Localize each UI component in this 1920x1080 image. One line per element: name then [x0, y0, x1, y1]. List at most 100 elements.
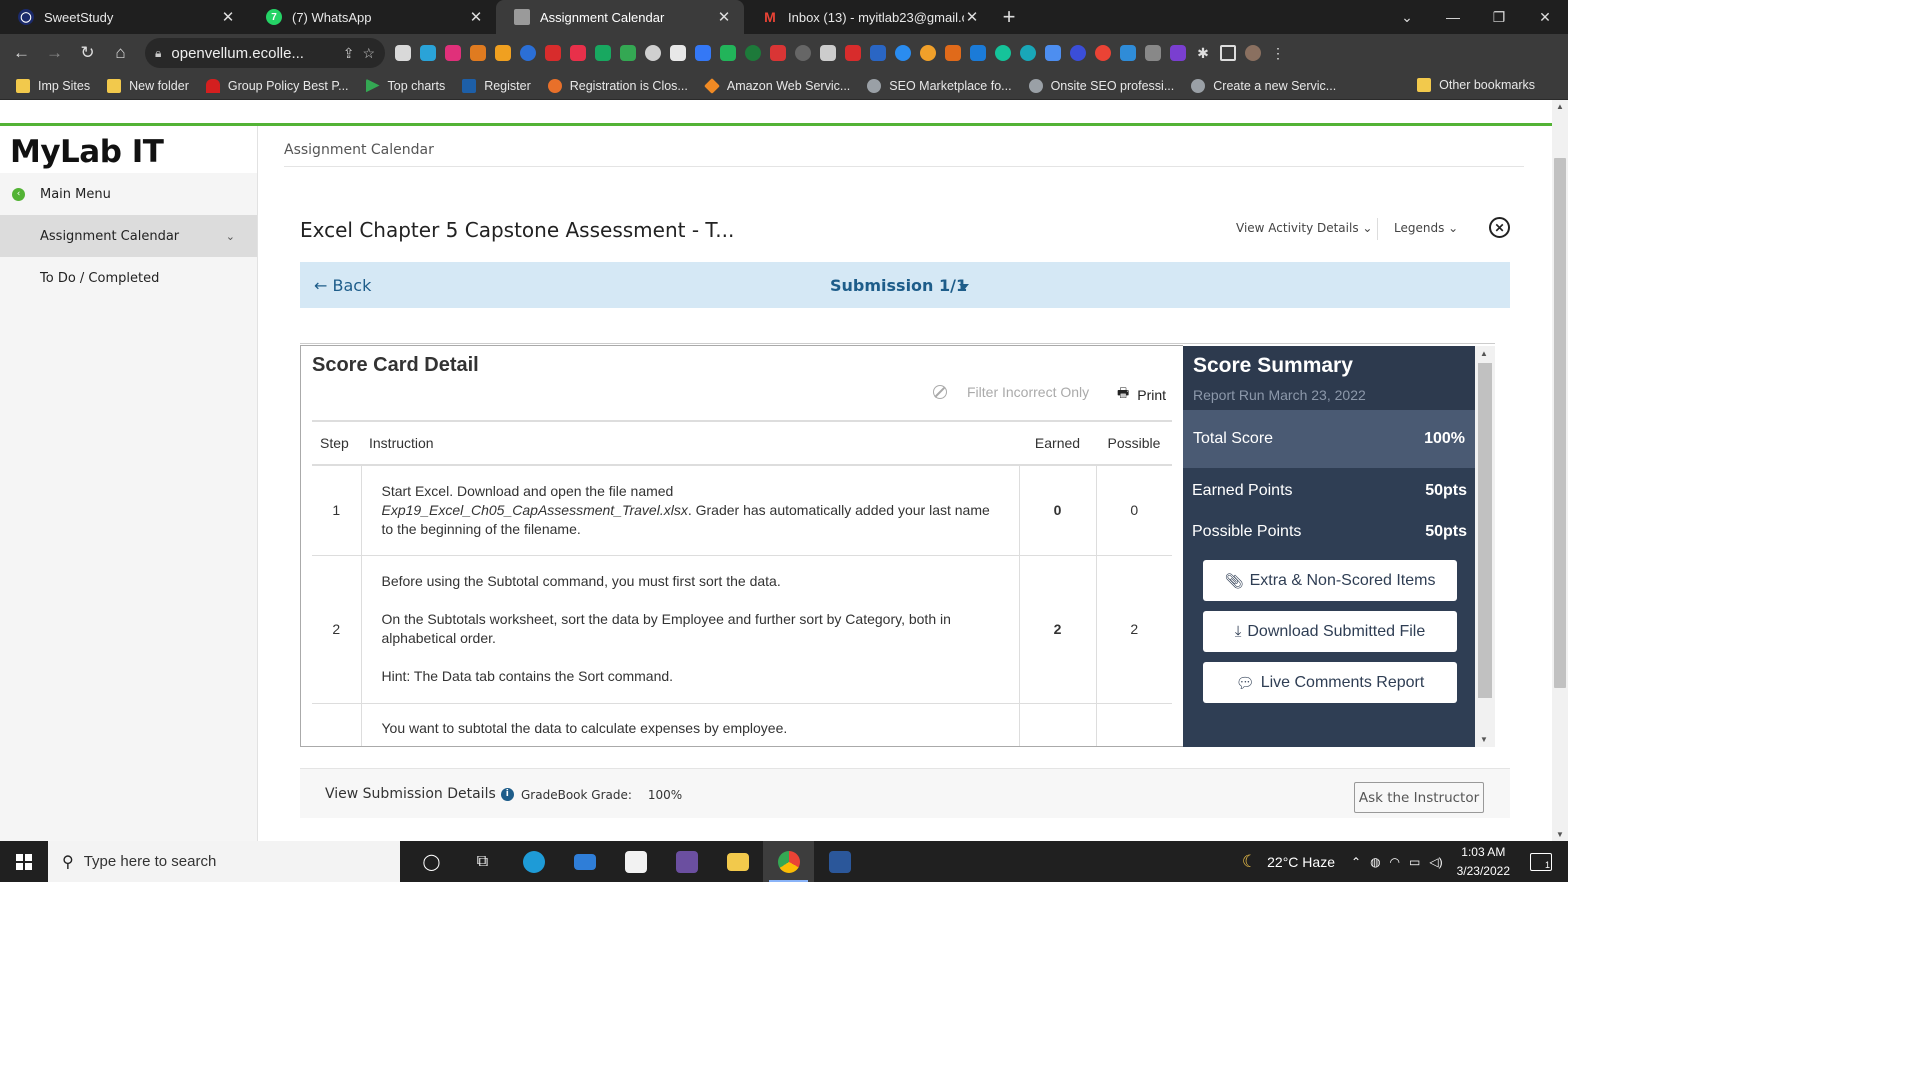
scroll-thumb[interactable]	[1554, 158, 1566, 688]
notification-icon[interactable]: 1	[1530, 852, 1552, 871]
word-icon[interactable]	[814, 841, 865, 882]
volume-icon[interactable]: ◁)	[1429, 855, 1442, 869]
legends-dropdown[interactable]: Legends ⌄	[1394, 221, 1458, 235]
scroll-thumb[interactable]	[1478, 363, 1492, 698]
extension-icon[interactable]	[1120, 45, 1136, 61]
media-player-icon[interactable]	[661, 841, 712, 882]
bookmark-group-policy[interactable]: Group Policy Best P...	[205, 78, 349, 93]
share-icon[interactable]: ⇪	[343, 45, 355, 62]
minimize-icon[interactable]: —	[1430, 0, 1476, 34]
extension-icon[interactable]	[745, 45, 761, 61]
restore-icon[interactable]: ❐	[1476, 0, 1522, 34]
close-icon[interactable]: ✕	[716, 8, 732, 26]
close-icon[interactable]: ✕	[964, 8, 980, 26]
view-submission-details-link[interactable]: View Submission Details i	[325, 786, 514, 802]
submission-selector[interactable]: Submission 1/1	[830, 276, 967, 295]
forward-arrow-icon[interactable]: →	[38, 34, 71, 72]
bookmark-new-folder[interactable]: New folder	[107, 78, 189, 93]
bookmark-register[interactable]: Register	[462, 78, 531, 93]
extension-icon[interactable]	[770, 45, 786, 61]
chrome-icon[interactable]	[763, 841, 814, 882]
close-icon[interactable]: ✕	[468, 8, 484, 26]
extension-icon[interactable]	[1020, 45, 1036, 61]
weather-widget[interactable]: ☾ 22°C Haze	[1242, 852, 1335, 872]
scroll-down-icon[interactable]: ▼	[1480, 735, 1488, 744]
cortana-icon[interactable]: ◯	[406, 841, 457, 882]
view-activity-details-dropdown[interactable]: View Activity Details ⌄	[1236, 221, 1372, 235]
avatar[interactable]	[1245, 45, 1261, 61]
page-scrollbar[interactable]: ▲ ▼	[1552, 100, 1568, 841]
extension-icon[interactable]	[795, 45, 811, 61]
extension-icon[interactable]	[670, 45, 686, 61]
summary-scrollbar[interactable]: ▲ ▼	[1475, 346, 1495, 747]
extension-icon[interactable]	[1170, 45, 1186, 61]
wifi-icon[interactable]: ◠	[1390, 855, 1400, 869]
extension-icon[interactable]	[895, 45, 911, 61]
start-button[interactable]	[0, 841, 48, 882]
caret-down-icon[interactable]	[959, 284, 969, 290]
extension-icon[interactable]	[945, 45, 961, 61]
tab-sweetstudy[interactable]: ◯ SweetStudy ✕	[0, 0, 248, 34]
extension-icon[interactable]	[695, 45, 711, 61]
sidebar-item-assignment-calendar[interactable]: Assignment Calendar ⌄	[0, 215, 257, 257]
extension-icon[interactable]	[1145, 45, 1161, 61]
extension-icon[interactable]	[870, 45, 886, 61]
menu-dots-icon[interactable]: ⋮	[1270, 45, 1286, 61]
extension-icon[interactable]	[445, 45, 461, 61]
tab-search-icon[interactable]: ⌄	[1384, 0, 1430, 34]
ask-instructor-button[interactable]: Ask the Instructor	[1354, 782, 1484, 813]
close-icon[interactable]: ✕	[220, 8, 236, 26]
extension-icon[interactable]	[645, 45, 661, 61]
bookmark-imp-sites[interactable]: Imp Sites	[16, 78, 90, 93]
bookmark-onsite-seo[interactable]: Onsite SEO professi...	[1028, 78, 1174, 93]
download-submitted-file-button[interactable]: ⤓ Download Submitted File	[1203, 611, 1457, 652]
print-button[interactable]: 🖶︎ Print	[1117, 384, 1166, 406]
window-close-icon[interactable]: ✕	[1522, 0, 1568, 34]
extension-icon[interactable]	[920, 45, 936, 61]
edge-icon[interactable]	[508, 841, 559, 882]
extension-icon[interactable]	[1070, 45, 1086, 61]
extension-icon[interactable]	[495, 45, 511, 61]
home-icon[interactable]: ⌂	[104, 34, 137, 72]
file-explorer-icon[interactable]	[712, 841, 763, 882]
extension-icon[interactable]	[1095, 45, 1111, 61]
store-icon[interactable]	[610, 841, 661, 882]
close-icon[interactable]: ✕	[1489, 217, 1510, 238]
live-comments-report-button[interactable]: 💬︎ Live Comments Report	[1203, 662, 1457, 703]
tab-assignment-calendar[interactable]: Assignment Calendar ✕	[496, 0, 744, 34]
filter-incorrect-toggle[interactable]: Filter Incorrect Only	[933, 384, 1089, 400]
reload-icon[interactable]: ↻	[71, 34, 104, 72]
bookmark-top-charts[interactable]: Top charts	[365, 78, 445, 93]
bookmark-registration[interactable]: Registration is Clos...	[547, 78, 688, 93]
main-menu-link[interactable]: ‹ Main Menu	[0, 173, 257, 215]
extension-icon[interactable]	[420, 45, 436, 61]
extension-icon[interactable]	[820, 45, 836, 61]
tab-gmail[interactable]: M Inbox (13) - myitlab23@gmail.com ✕	[744, 0, 992, 34]
network-icon[interactable]: ◍	[1370, 855, 1380, 869]
extension-icon[interactable]	[720, 45, 736, 61]
extension-icon[interactable]	[995, 45, 1011, 61]
extension-icon[interactable]	[970, 45, 986, 61]
task-view-icon[interactable]: ⧉	[457, 841, 508, 882]
system-clock[interactable]: 1:03 AM 3/23/2022	[1457, 843, 1510, 881]
taskbar-search[interactable]: ⚲ Type here to search	[48, 841, 400, 882]
sidebar-item-todo-completed[interactable]: To Do / Completed	[0, 257, 257, 299]
extension-icon[interactable]	[395, 45, 411, 61]
bookmark-seo-marketplace[interactable]: SEO Marketplace fo...	[867, 78, 1012, 93]
mail-icon[interactable]	[559, 841, 610, 882]
scroll-down-icon[interactable]: ▼	[1556, 830, 1564, 839]
extension-icon[interactable]	[545, 45, 561, 61]
bookmark-create-service[interactable]: Create a new Servic...	[1191, 78, 1336, 93]
extra-non-scored-button[interactable]: 📎︎ Extra & Non-Scored Items	[1203, 560, 1457, 601]
extension-icon[interactable]	[845, 45, 861, 61]
bookmark-aws[interactable]: Amazon Web Servic...	[703, 77, 850, 94]
chevron-up-icon[interactable]: ⌃	[1351, 855, 1361, 869]
extension-icon[interactable]	[520, 45, 536, 61]
scroll-up-icon[interactable]: ▲	[1556, 102, 1564, 111]
address-bar[interactable]: 🔒︎ openvellum.ecolle... ⇪ ☆	[145, 38, 385, 68]
extension-icon[interactable]	[595, 45, 611, 61]
back-link[interactable]: ← Back	[314, 276, 371, 295]
battery-icon[interactable]: ▭	[1409, 855, 1420, 869]
star-icon[interactable]: ☆	[362, 45, 375, 62]
scroll-up-icon[interactable]: ▲	[1480, 349, 1488, 358]
